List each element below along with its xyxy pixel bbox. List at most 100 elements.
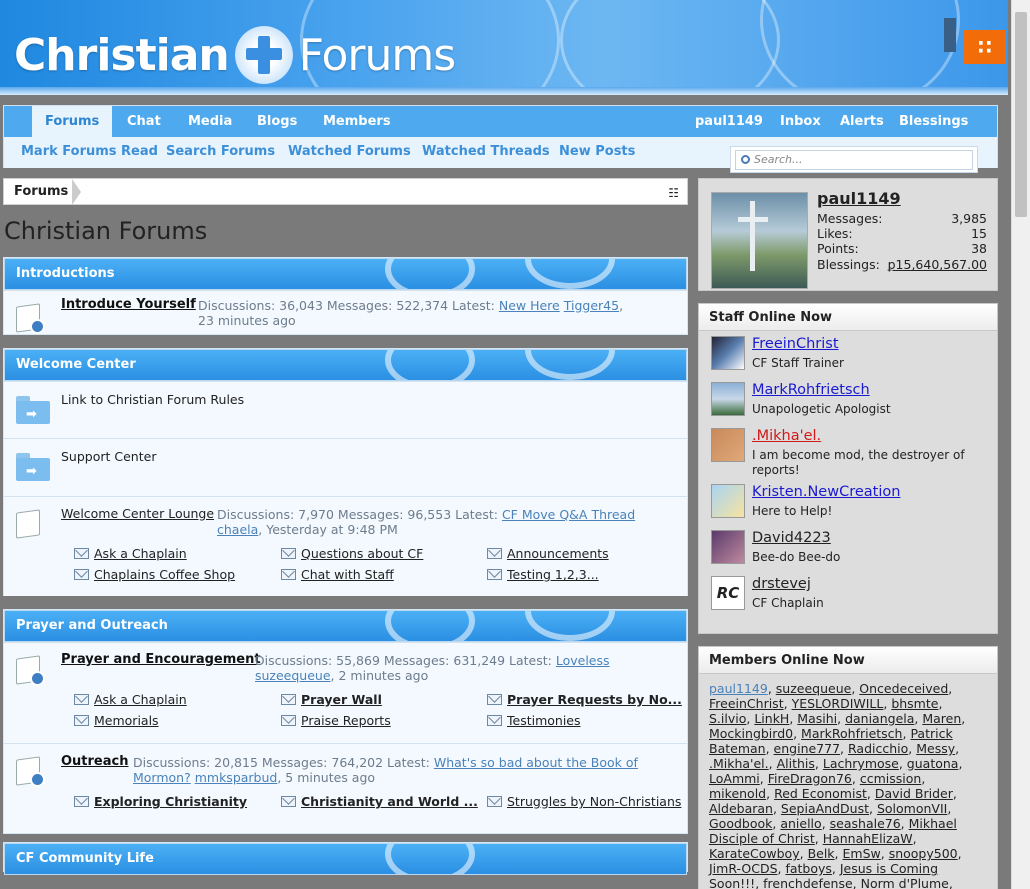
member-link[interactable]: mikenold <box>709 786 766 801</box>
page-scrollbar[interactable] <box>1011 0 1030 889</box>
member-link[interactable]: Masihi <box>797 711 837 726</box>
member-link[interactable]: Radicchio <box>848 741 908 756</box>
avatar[interactable] <box>711 382 745 416</box>
mark-forums-read-link[interactable]: Mark Forums Read <box>21 137 158 166</box>
category-header[interactable]: Prayer and Outreach <box>4 610 687 642</box>
tab-inbox[interactable]: Inbox <box>767 106 834 137</box>
avatar[interactable] <box>711 192 808 289</box>
member-link[interactable]: .Mikha'el. <box>709 756 769 771</box>
subforum-link[interactable]: Struggles by Non-Christians <box>487 794 681 809</box>
subforum-link[interactable]: Praise Reports <box>281 713 391 728</box>
latest-user-link[interactable]: suzeequeue <box>255 668 331 683</box>
member-link[interactable]: Red Economist <box>774 786 867 801</box>
member-link[interactable]: Maren <box>922 711 961 726</box>
member-link[interactable]: MarkRohfrietsch <box>801 726 902 741</box>
member-link[interactable]: guatona <box>907 756 959 771</box>
member-link[interactable]: YESLORDIWILL <box>792 696 884 711</box>
forum-title[interactable]: Introduce Yourself <box>61 297 196 312</box>
member-link[interactable]: ccmission <box>860 771 921 786</box>
member-link[interactable]: seashale76 <box>830 816 901 831</box>
member-link[interactable]: Messy <box>916 741 955 756</box>
member-link[interactable]: JimR-OCDS <box>709 861 778 876</box>
avatar[interactable]: RC <box>711 576 745 610</box>
forum-title[interactable]: Prayer and Encouragement <box>61 652 261 667</box>
watched-threads-link[interactable]: Watched Threads <box>422 137 550 166</box>
latest-user-link[interactable]: Tigger45 <box>564 298 619 313</box>
member-link[interactable]: engine777 <box>774 741 841 756</box>
subforum-link[interactable]: Memorials <box>74 713 159 728</box>
support-center-link[interactable]: Support Center <box>61 449 156 464</box>
staff-name-link[interactable]: .Mikha'el. <box>752 428 821 444</box>
subforum-link[interactable]: Prayer Wall <box>281 692 382 707</box>
search-input[interactable]: Search... <box>735 150 973 170</box>
staff-name-link[interactable]: David4223 <box>752 530 831 546</box>
member-link[interactable]: FireDragon76 <box>768 771 852 786</box>
tab-forums[interactable]: Forums <box>32 106 112 137</box>
member-link[interactable]: paul1149 <box>709 681 768 696</box>
watched-forums-link[interactable]: Watched Forums <box>288 137 411 166</box>
tab-chat[interactable]: Chat <box>114 106 174 137</box>
subforum-link[interactable]: Chaplains Coffee Shop <box>74 567 235 582</box>
new-posts-link[interactable]: New Posts <box>559 137 635 166</box>
member-link[interactable]: HannahElizaW <box>823 831 913 846</box>
subforum-link[interactable]: Ask a Chaplain <box>74 546 187 561</box>
subforum-link[interactable]: Ask a Chaplain <box>74 692 187 707</box>
rss-icon[interactable]: ∷ <box>964 30 1006 64</box>
avatar[interactable] <box>711 484 745 518</box>
search-forums-link[interactable]: Search Forums <box>166 137 275 166</box>
subforum-link[interactable]: Chat with Staff <box>281 567 394 582</box>
forum-rules-link[interactable]: Link to Christian Forum Rules <box>61 392 244 407</box>
breadcrumb-forums[interactable]: Forums <box>14 184 68 199</box>
category-header[interactable]: CF Community Life <box>4 843 687 875</box>
member-link[interactable]: Belk <box>808 846 835 861</box>
category-header[interactable]: Introductions <box>4 258 687 290</box>
member-link[interactable]: LinkH <box>754 711 789 726</box>
tab-account[interactable]: paul1149 <box>682 106 776 137</box>
latest-user-link[interactable]: mmksparbud <box>195 770 278 785</box>
member-link[interactable]: bhsmte <box>891 696 938 711</box>
subforum-link[interactable]: Christianity and World ... <box>281 794 478 809</box>
tab-members[interactable]: Members <box>310 106 404 137</box>
staff-name-link[interactable]: Kristen.NewCreation <box>752 484 900 500</box>
member-link[interactable]: Norm d'Plume <box>861 876 949 889</box>
category-header[interactable]: Welcome Center <box>4 349 687 381</box>
member-link[interactable]: FreeinChrist <box>709 696 784 711</box>
avatar[interactable] <box>711 428 745 462</box>
latest-user-link[interactable]: chaela <box>217 522 258 537</box>
member-link[interactable]: Aldebaran <box>709 801 773 816</box>
subforum-link[interactable]: Announcements <box>487 546 609 561</box>
avatar[interactable] <box>711 336 745 370</box>
member-link[interactable]: SolomonVII <box>877 801 947 816</box>
latest-thread-link[interactable]: New Here <box>499 298 560 313</box>
latest-thread-link[interactable]: CF Move Q&A Thread <box>502 507 635 522</box>
staff-name-link[interactable]: MarkRohfrietsch <box>752 382 870 398</box>
staff-name-link[interactable]: drstevej <box>752 576 811 592</box>
subforum-link[interactable]: Questions about CF <box>281 546 423 561</box>
subforum-link[interactable]: Exploring Christianity <box>74 794 247 809</box>
member-link[interactable]: daniangela <box>845 711 914 726</box>
subforum-link[interactable]: Testing 1,2,3... <box>487 567 599 582</box>
member-link[interactable]: snoopy500 <box>889 846 958 861</box>
member-link[interactable]: Oncedeceived <box>859 681 948 696</box>
blessings-link[interactable]: ꝑ15,640,567.00 <box>888 257 987 272</box>
avatar[interactable] <box>711 530 745 564</box>
member-link[interactable]: S.ilvio <box>709 711 746 726</box>
latest-thread-link[interactable]: Loveless <box>556 653 610 668</box>
member-link[interactable]: suzeequeue <box>776 681 852 696</box>
staff-name-link[interactable]: FreeinChrist <box>752 336 839 352</box>
sitemap-icon[interactable]: ☷ <box>668 186 679 200</box>
member-link[interactable]: fatboys <box>785 861 831 876</box>
member-link[interactable]: KarateCowboy <box>709 846 800 861</box>
subforum-link[interactable]: Testimonies <box>487 713 581 728</box>
member-link[interactable]: LoAmmi <box>709 771 760 786</box>
member-link[interactable]: David Brider <box>875 786 953 801</box>
site-logo[interactable]: Christian Forums <box>14 26 456 84</box>
member-link[interactable]: frenchdefense <box>763 876 853 889</box>
member-link[interactable]: Alithis <box>777 756 815 771</box>
member-link[interactable]: Goodbook <box>709 816 772 831</box>
subforum-link[interactable]: Prayer Requests by No... <box>487 692 682 707</box>
member-link[interactable]: aniello <box>780 816 821 831</box>
visitor-username[interactable]: paul1149 <box>817 189 901 208</box>
member-link[interactable]: SepiaAndDust <box>781 801 869 816</box>
member-link[interactable]: Mockingbird0 <box>709 726 793 741</box>
